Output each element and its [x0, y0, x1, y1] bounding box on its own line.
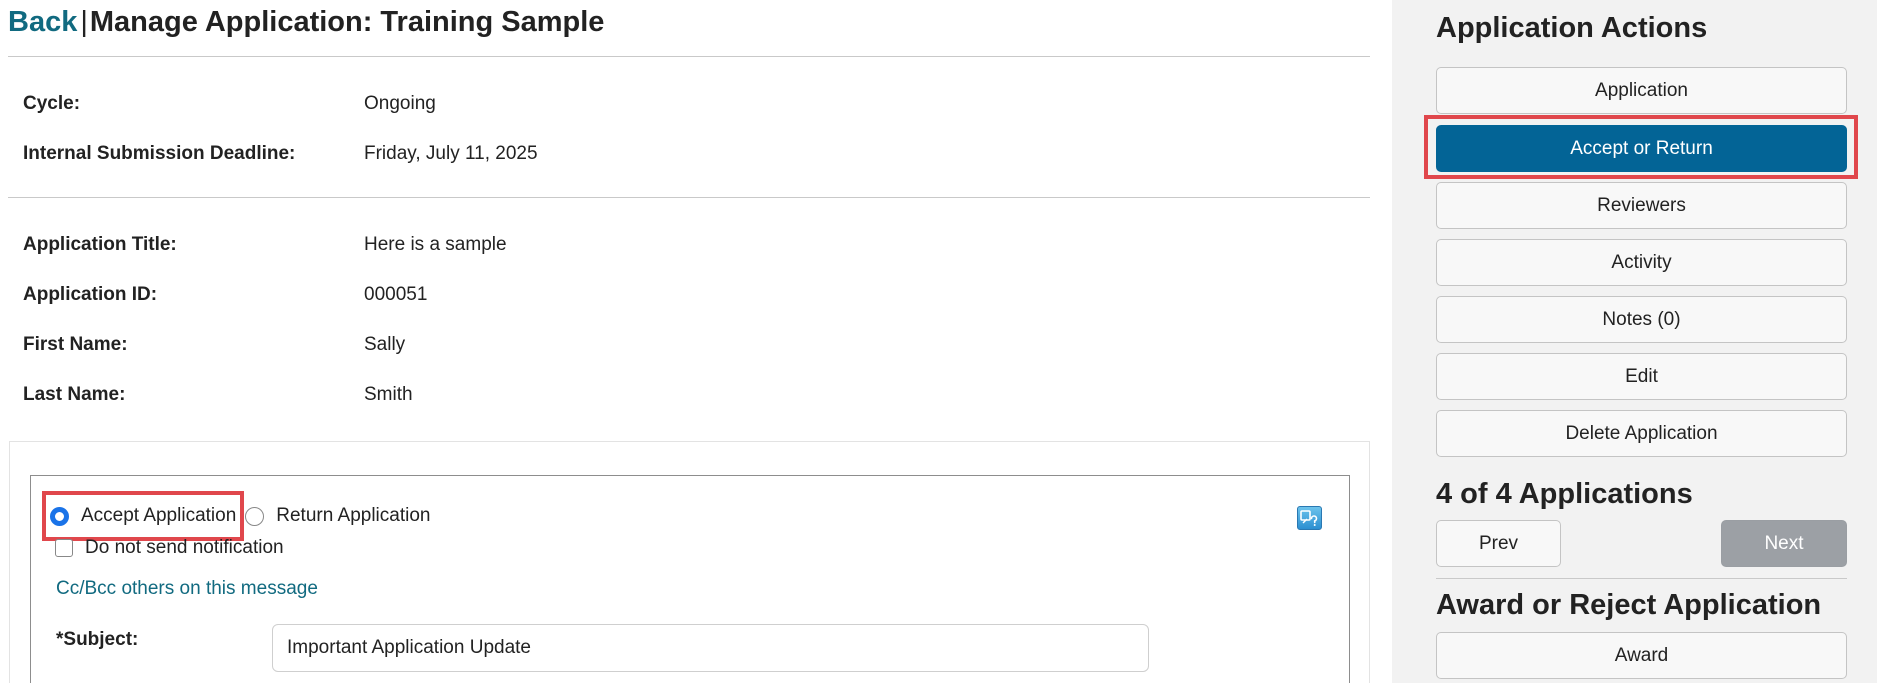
edit-button[interactable]: Edit	[1436, 353, 1847, 400]
reviewers-button[interactable]: Reviewers	[1436, 182, 1847, 229]
decision-radio-group: Accept Application Return Application	[41, 491, 430, 541]
info-row-deadline: Internal Submission Deadline: Friday, Ju…	[23, 139, 538, 169]
no-notification-option[interactable]: Do not send notification	[55, 536, 284, 560]
info-label: Application Title:	[23, 234, 177, 255]
help-question-icon-graphic	[1300, 510, 1318, 526]
return-radio-label[interactable]: Return Application	[276, 505, 430, 527]
page-header: Back | Manage Application: Training Samp…	[8, 2, 604, 42]
back-link[interactable]: Back	[8, 6, 77, 39]
page-title: Manage Application: Training Sample	[89, 5, 605, 38]
info-label: Application ID:	[23, 284, 158, 305]
divider	[8, 56, 1370, 57]
info-label: First Name:	[23, 334, 128, 355]
info-row-first-name: First Name: Sally	[23, 330, 405, 360]
activity-button[interactable]: Activity	[1436, 239, 1847, 286]
header-separator: |	[80, 5, 88, 38]
info-value: Here is a sample	[364, 234, 507, 255]
sidebar-divider	[1436, 578, 1847, 579]
info-value: Ongoing	[364, 93, 436, 114]
info-row-title: Application Title: Here is a sample	[23, 230, 507, 260]
accept-radio-label[interactable]: Accept Application	[81, 505, 236, 527]
no-notification-checkbox[interactable]	[55, 539, 73, 557]
notes-button[interactable]: Notes (0)	[1436, 296, 1847, 343]
info-value: Friday, July 11, 2025	[364, 143, 538, 164]
info-row-id: Application ID: 000051	[23, 280, 427, 310]
delete-application-button[interactable]: Delete Application	[1436, 410, 1847, 457]
application-actions-heading: Application Actions	[1436, 12, 1708, 44]
no-notification-label[interactable]: Do not send notification	[85, 537, 284, 559]
divider	[8, 197, 1370, 198]
prev-button[interactable]: Prev	[1436, 520, 1561, 567]
info-row-last-name: Last Name: Smith	[23, 380, 413, 410]
info-row-cycle: Cycle: Ongoing	[23, 89, 436, 119]
accept-radio[interactable]	[50, 506, 69, 526]
return-application-option[interactable]: Return Application	[245, 505, 430, 527]
subject-input[interactable]	[272, 624, 1149, 672]
info-label: Cycle:	[23, 93, 81, 114]
cc-bcc-link[interactable]: Cc/Bcc others on this message	[56, 578, 318, 600]
help-question-icon[interactable]	[1297, 506, 1322, 530]
next-button[interactable]: Next	[1721, 520, 1847, 567]
info-label: Last Name:	[23, 384, 126, 405]
info-value: 000051	[364, 284, 428, 305]
application-button[interactable]: Application	[1436, 67, 1847, 114]
main-content: Back | Manage Application: Training Samp…	[0, 0, 1392, 683]
award-button[interactable]: Award	[1436, 632, 1847, 679]
subject-label: *Subject:	[56, 629, 139, 650]
info-value: Smith	[364, 384, 413, 405]
info-label: Internal Submission Deadline:	[23, 143, 296, 164]
accept-or-return-button[interactable]: Accept or Return	[1436, 125, 1847, 172]
application-count-heading: 4 of 4 Applications	[1436, 478, 1693, 510]
return-radio[interactable]	[245, 506, 265, 526]
info-value: Sally	[364, 334, 406, 355]
award-reject-heading: Award or Reject Application	[1436, 589, 1822, 621]
accept-application-option[interactable]: Accept Application	[41, 491, 245, 541]
